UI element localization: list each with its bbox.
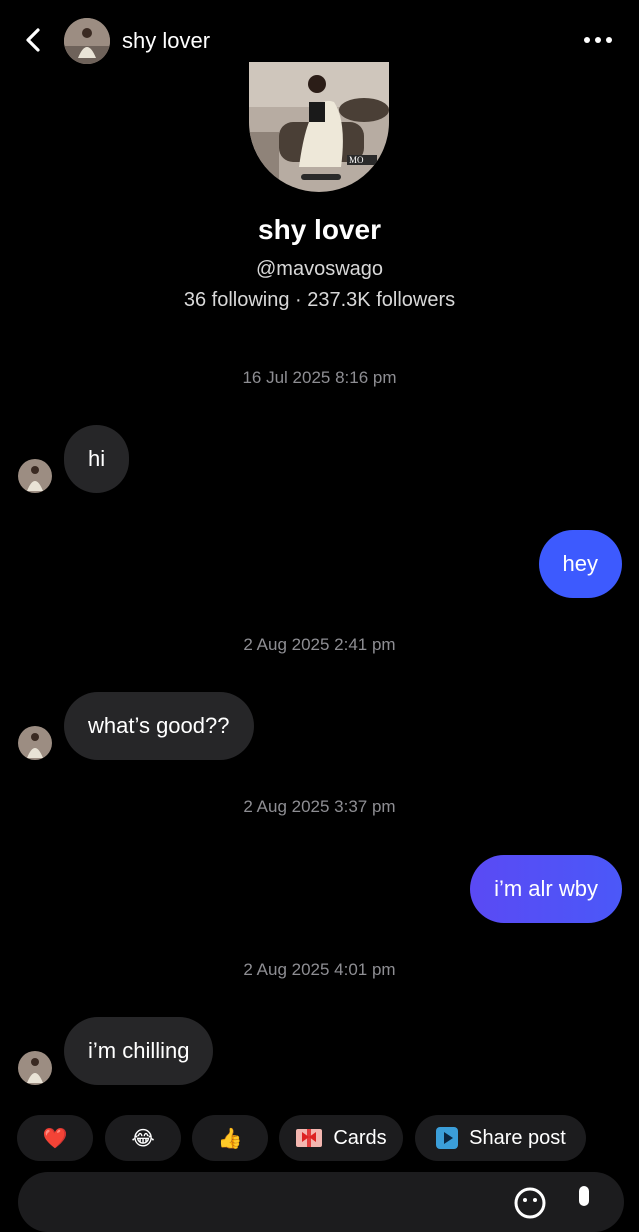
timestamp: 2 Aug 2025 2:41 pm <box>243 635 396 654</box>
timestamp: 2 Aug 2025 3:37 pm <box>243 797 396 816</box>
chevron-left-icon <box>26 28 40 52</box>
back-button[interactable] <box>20 26 48 54</box>
laughing-face-icon: 😂 <box>131 1127 155 1150</box>
sender-avatar[interactable] <box>18 459 52 493</box>
sender-avatar[interactable] <box>18 726 52 760</box>
timestamp: 16 Jul 2025 8:16 pm <box>242 368 397 387</box>
cards-button[interactable]: Cards <box>279 1115 403 1161</box>
profile-stats: 36 following · 237.3K followers <box>183 289 456 311</box>
mic-icon <box>579 1186 589 1206</box>
timestamp: 2 Aug 2025 4:01 pm <box>243 960 396 979</box>
message-bubble-incoming[interactable]: i’m chilling <box>64 1017 214 1085</box>
profile-handle: @mavoswago <box>255 258 384 280</box>
conversation-title[interactable]: shy lover <box>122 28 210 54</box>
heart-icon: ❤️ <box>42 1127 68 1150</box>
message-bubble-incoming[interactable]: hi <box>64 425 130 493</box>
laugh-reaction-button[interactable]: 😂 <box>105 1115 181 1161</box>
profile-name: shy lover <box>258 214 381 245</box>
sender-avatar[interactable] <box>18 1051 52 1085</box>
svg-text:MO: MO <box>349 155 364 165</box>
more-options-button[interactable] <box>582 33 614 47</box>
heart-reaction-button[interactable]: ❤️ <box>17 1115 93 1161</box>
more-icon <box>584 37 612 43</box>
message-bubble-outgoing[interactable]: i’m alr wby <box>470 855 622 923</box>
profile-avatar[interactable]: MO <box>249 62 389 192</box>
header-avatar[interactable] <box>64 18 110 64</box>
play-icon <box>436 1127 459 1149</box>
emoji-icon <box>514 1187 546 1219</box>
thumbs-up-icon: 👍 <box>217 1127 243 1150</box>
cards-label: Cards <box>333 1126 387 1149</box>
thumbs-up-reaction-button[interactable]: 👍 <box>192 1115 268 1161</box>
message-bubble-incoming[interactable]: what’s good?? <box>64 692 254 760</box>
message-bubble-outgoing[interactable]: hey <box>538 530 622 598</box>
share-post-label: Share post <box>469 1126 566 1149</box>
share-post-button[interactable]: Share post <box>415 1115 586 1161</box>
message-composer[interactable] <box>18 1172 624 1232</box>
gift-card-icon <box>296 1129 323 1147</box>
